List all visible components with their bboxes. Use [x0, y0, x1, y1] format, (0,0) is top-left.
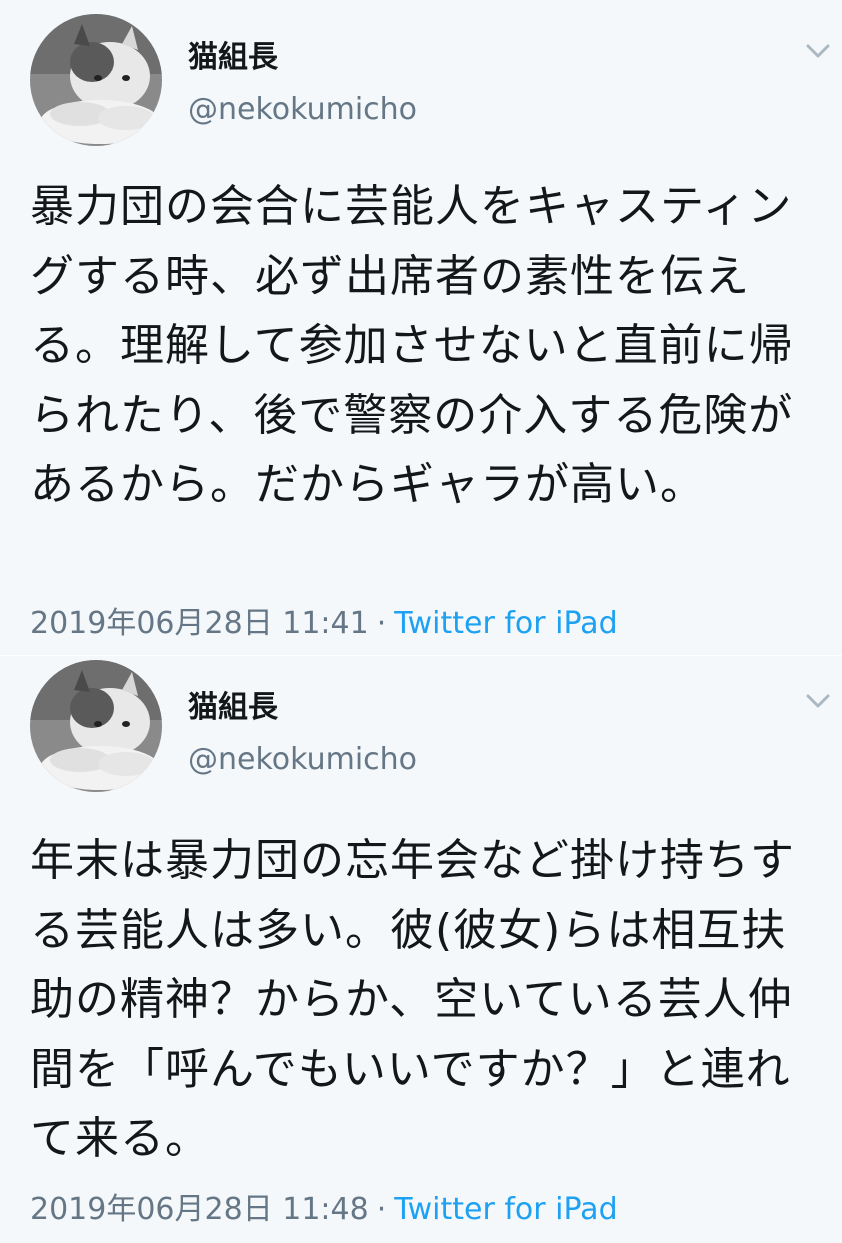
avatar[interactable]	[30, 660, 162, 792]
display-name[interactable]: 猫組長	[188, 682, 278, 726]
user-handle[interactable]: @nekokumicho	[188, 742, 417, 777]
tweet-text: 年末は暴力団の忘年会など掛け持ちする芸能人は多い。彼(彼女)らは相互扶助の精神？…	[30, 835, 795, 1164]
tweet-card[interactable]: 猫組長 @nekokumicho 暴力団の会合に芸能人をキャスティングする時、必…	[0, 0, 842, 656]
cat-avatar-image	[30, 14, 162, 146]
timestamp[interactable]: 2019年06月28日 11:48	[30, 1192, 369, 1227]
separator: ·	[376, 606, 387, 641]
timestamp[interactable]: 2019年06月28日 11:41	[30, 606, 369, 641]
tweet-card[interactable]: 猫組長 @nekokumicho 年末は暴力団の忘年会など掛け持ちする芸能人は多…	[0, 656, 842, 1243]
tweet-meta: 2019年06月28日 11:41 · Twitter for iPad	[30, 598, 618, 642]
tweet-meta: 2019年06月28日 11:48 · Twitter for iPad	[30, 1184, 618, 1228]
chevron-down-icon[interactable]	[804, 690, 832, 712]
chevron-down-icon[interactable]	[804, 40, 832, 62]
display-name[interactable]: 猫組長	[188, 32, 278, 76]
source-link[interactable]: Twitter for iPad	[394, 1192, 617, 1227]
tweet-text: 暴力団の会合に芸能人をキャスティングする時、必ず出席者の素性を伝える。理解して参…	[30, 181, 794, 510]
cat-avatar-image	[30, 660, 162, 792]
user-handle[interactable]: @nekokumicho	[188, 92, 417, 127]
separator: ·	[376, 1192, 387, 1227]
source-link[interactable]: Twitter for iPad	[394, 606, 617, 641]
avatar[interactable]	[30, 14, 162, 146]
